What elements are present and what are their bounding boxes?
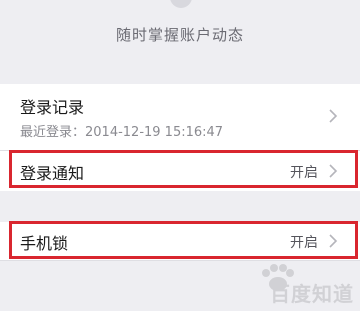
login-record-last-login: 最近登录：2014-12-19 15:16:47: [20, 125, 224, 140]
highlight-box-login-notify: [9, 150, 358, 188]
watermark-logo: 百度知道: [248, 263, 354, 307]
header-subtitle: 随时掌握账户动态: [115, 26, 244, 44]
login-record-title: 登录记录: [20, 98, 85, 117]
highlight-box-phone-lock: [9, 221, 358, 259]
chevron-right-icon: [328, 108, 338, 124]
header-area: 随时掌握账户动态: [0, 0, 360, 78]
top-decoration: [170, 0, 192, 8]
login-record-row[interactable]: 登录记录 最近登录：2014-12-19 15:16:47: [0, 84, 360, 150]
row-divider: [0, 260, 360, 261]
watermark-text: 百度知道: [270, 282, 354, 306]
